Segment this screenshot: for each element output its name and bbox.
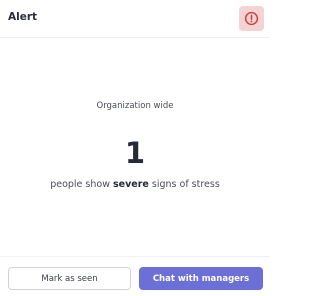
description-prefix: people show [50, 179, 113, 190]
alert-button[interactable] [239, 6, 264, 31]
alert-title: Alert [8, 11, 38, 23]
alert-header: Alert [0, 0, 270, 38]
severity-emphasis: severe [113, 179, 149, 190]
scope-label: Organization wide [96, 101, 174, 111]
chat-with-managers-button[interactable]: Chat with managers [139, 267, 263, 290]
exclamation-circle-icon [244, 11, 259, 26]
alert-card: Alert Organization wide 1 people show se… [0, 0, 270, 296]
mark-as-seen-button[interactable]: Mark as seen [8, 267, 131, 290]
description-suffix: signs of stress [148, 179, 220, 190]
alert-description: people show severe signs of stress [0, 179, 270, 190]
affected-count: 1 [124, 136, 146, 170]
